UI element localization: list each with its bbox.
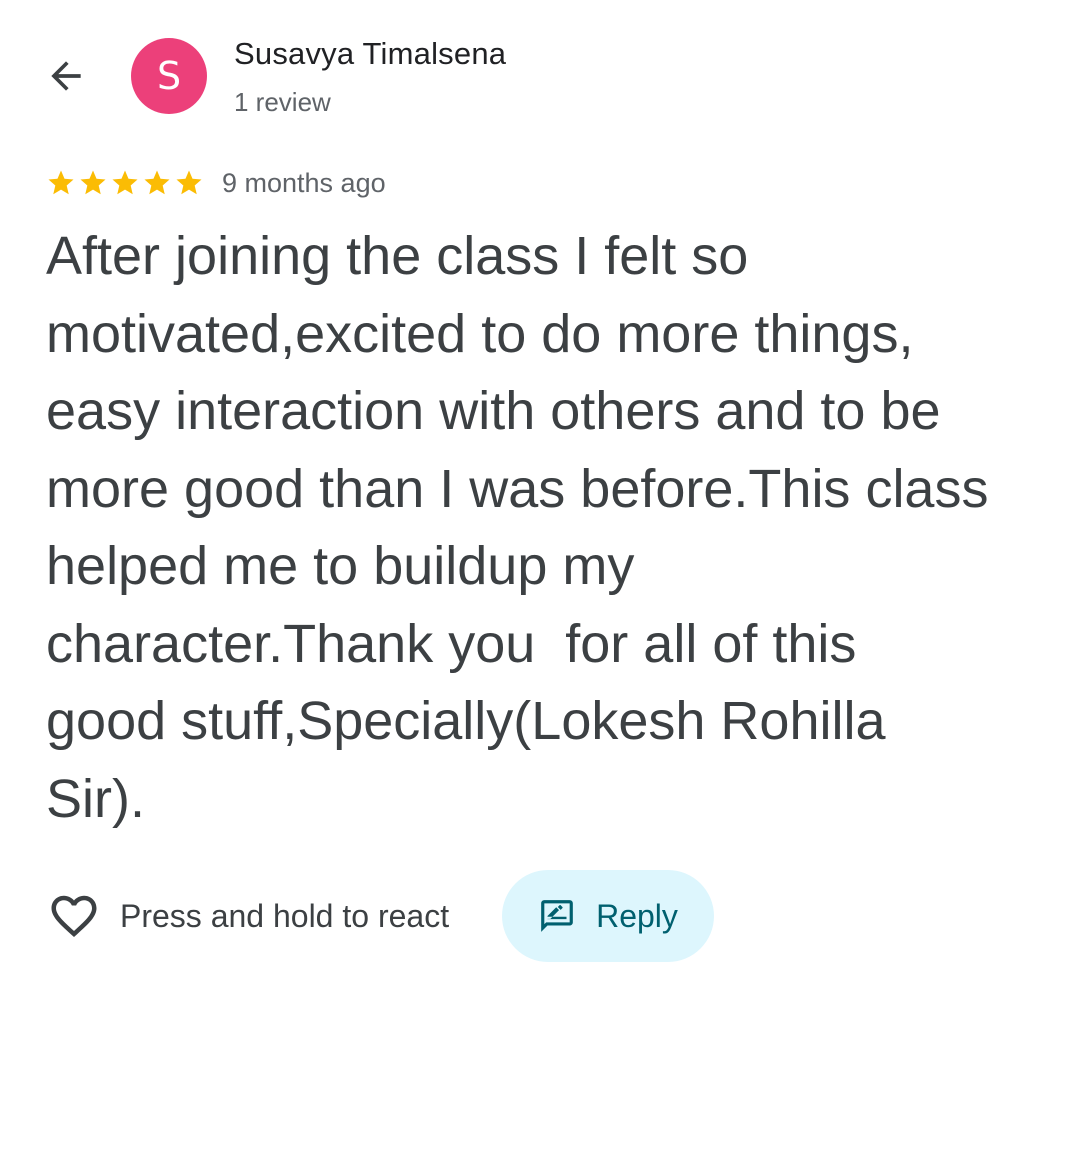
react-action[interactable]: Press and hold to react [46, 870, 449, 962]
avatar[interactable]: S [131, 38, 207, 114]
heart-icon-wrap[interactable] [46, 888, 102, 944]
arrow-back-icon [51, 61, 81, 91]
review-card: S Susavya Timalsena 1 review 9 months ag… [0, 0, 1084, 1153]
star-filled-icon [48, 170, 74, 195]
reply-button[interactable]: Reply [502, 870, 714, 962]
star-filled-icon [144, 170, 170, 195]
star-rating [46, 168, 204, 198]
star-filled-icon [176, 170, 202, 195]
rating-row: 9 months ago [46, 163, 386, 203]
reply-label: Reply [596, 897, 678, 934]
review-time: 9 months ago [222, 167, 386, 198]
react-label: Press and hold to react [120, 897, 450, 934]
back-button[interactable] [40, 50, 92, 102]
review-text: After joining the class I felt so motiva… [46, 226, 989, 829]
star-filled-icon [112, 170, 138, 195]
heart-outline-icon [51, 895, 97, 938]
reviewer-name[interactable]: Susavya Timalsena [234, 36, 506, 72]
reply-edit-icon [541, 900, 573, 932]
star-filled-icon [80, 170, 106, 195]
avatar-letter: S [156, 54, 182, 98]
review-count: 1 review [234, 87, 331, 117]
